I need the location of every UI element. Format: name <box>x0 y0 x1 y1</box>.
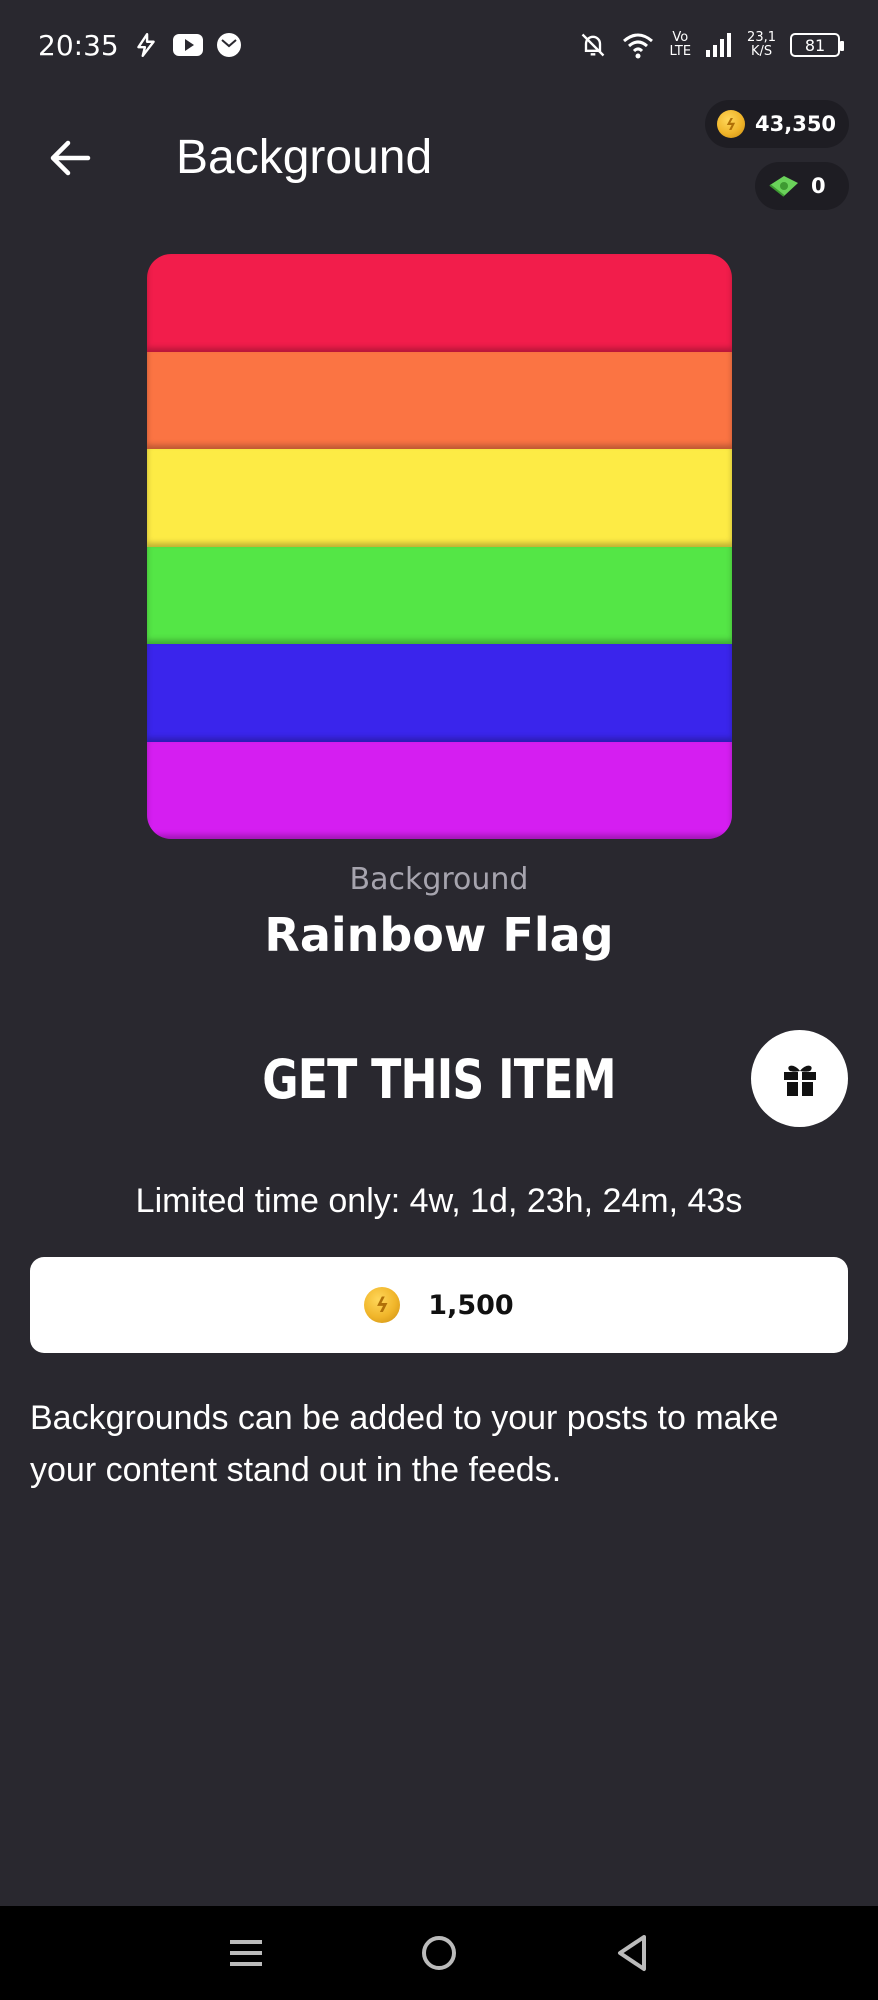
menu-icon <box>230 1940 263 1966</box>
limited-time-text: Limited time only: 4w, 1d, 23h, 24m, 43s <box>135 1182 743 1220</box>
background-preview <box>147 254 732 839</box>
triangle-back-icon <box>617 1935 646 1971</box>
get-item-title: GET THIS ITEM <box>262 1048 616 1111</box>
signal-icon <box>705 32 733 58</box>
status-time: 20:35 <box>38 28 119 62</box>
item-category: Background <box>349 862 529 897</box>
recent-apps-button[interactable] <box>216 1923 276 1983</box>
flag-stripe-5 <box>147 644 732 742</box>
flag-stripe-2 <box>147 351 732 449</box>
item-description: Backgrounds can be added to your posts t… <box>30 1399 779 1489</box>
wifi-icon <box>621 31 655 59</box>
page-title: Background <box>176 131 433 184</box>
status-left: 20:35 <box>38 29 241 62</box>
flag-stripe-1 <box>147 254 732 352</box>
vo-label: Vo <box>672 30 689 45</box>
status-right: Vo LTE 23,1 K/S 81 <box>579 31 844 59</box>
battery-level: 81 <box>804 35 826 55</box>
lightning-icon <box>133 32 159 58</box>
mail-icon <box>216 33 241 57</box>
network-speed-unit: K/S <box>750 44 773 59</box>
home-button[interactable] <box>409 1923 469 1983</box>
coin-balance[interactable]: ϟ 43,350 <box>705 100 849 148</box>
youtube-icon <box>172 34 203 56</box>
coin-icon: ϟ <box>717 110 745 138</box>
arrow-left-icon <box>50 140 91 176</box>
coin-icon: ϟ <box>364 1287 401 1323</box>
cash-icon <box>767 173 801 199</box>
coin-balance-value: 43,350 <box>755 112 837 136</box>
mute-bell-icon <box>579 31 607 59</box>
item-name: Rainbow Flag <box>264 908 614 962</box>
back-nav-button[interactable] <box>602 1923 662 1983</box>
flag-stripe-6 <box>147 741 732 839</box>
battery-icon: 81 <box>790 33 844 57</box>
back-button[interactable] <box>40 128 100 188</box>
buy-with-coins-button[interactable]: ϟ 1,500 <box>30 1257 848 1353</box>
price-label: 1,500 <box>428 1289 514 1321</box>
network-speed: 23,1 K/S <box>747 31 776 59</box>
volte-indicator: Vo LTE <box>669 31 691 59</box>
system-nav-bar <box>0 1906 878 2000</box>
flag-stripe-4 <box>147 546 732 644</box>
cash-balance[interactable]: 0 <box>755 162 849 210</box>
network-speed-value: 23,1 <box>747 30 776 45</box>
flag-stripe-3 <box>147 449 732 547</box>
circle-icon <box>421 1936 456 1970</box>
lte-label: LTE <box>669 44 692 59</box>
cash-balance-value: 0 <box>811 174 826 198</box>
screen: 20:35 Vo LTE 23,1 K/S 81 Background ϟ 43… <box>0 0 878 2000</box>
gift-button[interactable] <box>751 1030 848 1127</box>
gift-icon <box>783 1065 816 1096</box>
status-bar: 20:35 Vo LTE 23,1 K/S 81 <box>0 0 878 90</box>
